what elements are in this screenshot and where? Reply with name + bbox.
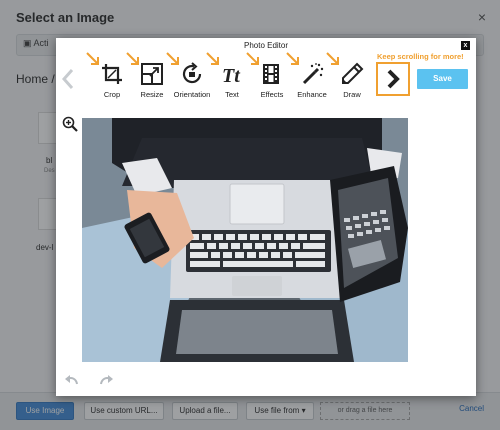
tool-text[interactable]: Tt Text xyxy=(206,52,252,112)
arrow-pointer-icon xyxy=(206,52,219,65)
arrow-pointer-icon xyxy=(326,52,339,65)
tool-label: Draw xyxy=(343,90,361,99)
zoom-in-icon[interactable] xyxy=(62,116,78,132)
arrow-pointer-icon xyxy=(286,52,299,65)
pencil-icon xyxy=(342,62,364,84)
tool-orientation[interactable]: Orientation xyxy=(166,52,212,112)
tool-crop[interactable]: Crop xyxy=(86,52,132,112)
tool-resize[interactable]: Resize xyxy=(126,52,172,112)
arrow-pointer-icon xyxy=(86,52,99,65)
text-icon: Tt xyxy=(222,65,241,86)
tool-enhance[interactable]: Enhance xyxy=(286,52,332,112)
resize-icon xyxy=(141,63,163,85)
redo-icon[interactable] xyxy=(100,374,114,386)
arrow-pointer-icon xyxy=(166,52,179,65)
rotate-icon xyxy=(182,62,202,84)
crop-icon xyxy=(102,64,122,84)
editor-title: Photo Editor xyxy=(243,41,289,50)
photo-editor-modal: Photo Editor x Crop Resize Orientation T… xyxy=(56,38,476,396)
close-button[interactable]: x xyxy=(461,41,470,50)
tool-effects[interactable]: Effects xyxy=(246,52,292,112)
tool-draw[interactable]: Draw xyxy=(326,52,372,112)
film-icon xyxy=(263,64,279,84)
chevron-left-icon[interactable] xyxy=(62,68,74,90)
arrow-pointer-icon xyxy=(126,52,139,65)
chevron-right-icon xyxy=(387,69,400,89)
save-button[interactable]: Save xyxy=(417,69,468,89)
photo-image xyxy=(82,118,408,362)
undo-icon[interactable] xyxy=(64,374,78,386)
next-tools-button[interactable] xyxy=(376,62,410,96)
svg-text:Tt: Tt xyxy=(222,65,241,86)
scroll-hint: Keep scrolling for more! xyxy=(377,52,464,61)
photo-canvas[interactable] xyxy=(82,118,408,362)
arrow-pointer-icon xyxy=(246,52,259,65)
magic-wand-icon xyxy=(302,63,324,85)
